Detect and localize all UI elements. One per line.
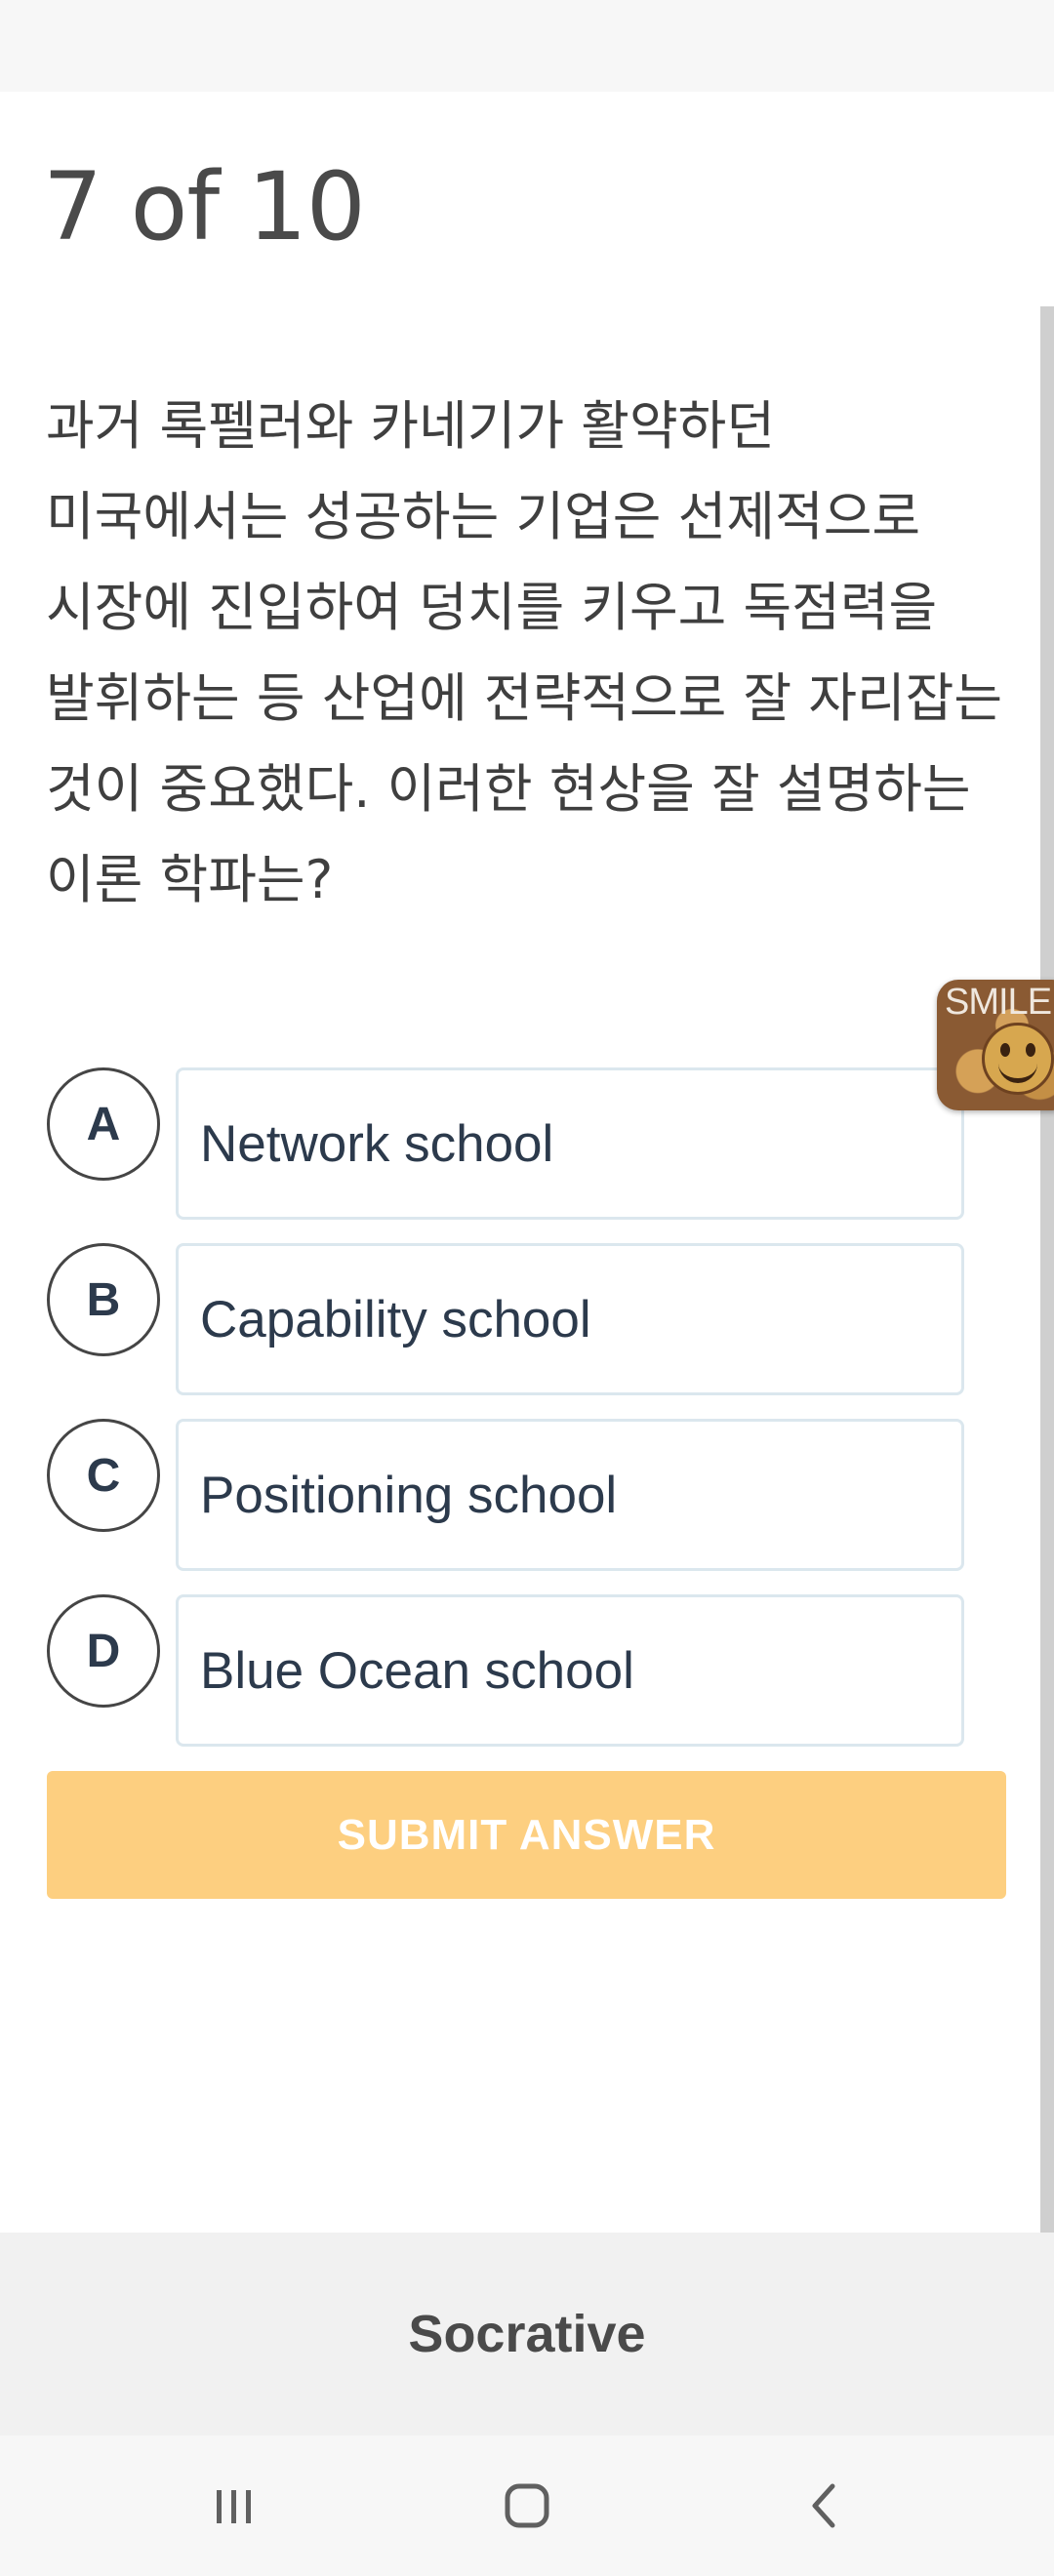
choice-option-d[interactable]: Blue Ocean school (176, 1594, 964, 1747)
system-navigation-bar (0, 2435, 1054, 2576)
submit-answer-button[interactable]: SUBMIT ANSWER (47, 1771, 1006, 1899)
choice-c[interactable]: C Positioning school (47, 1419, 964, 1571)
recent-apps-icon (217, 2490, 251, 2523)
choice-letter-d[interactable]: D (47, 1594, 160, 1708)
choice-option-c[interactable]: Positioning school (176, 1419, 964, 1571)
question-text: 과거 록펠러와 카네기가 활약하던 미국에서는 성공하는 기업은 선제적으로 시… (46, 395, 1003, 910)
quiz-main: 7 of 10 과거 록펠러와 카네기가 활약하던 미국에서는 성공하는 기업은… (0, 92, 1054, 2404)
question-progress: 7 of 10 (43, 152, 366, 262)
choice-letter-a[interactable]: A (47, 1067, 160, 1181)
home-button[interactable] (478, 2457, 576, 2555)
smile-badge-label: SMILE (945, 982, 1052, 1023)
choice-b[interactable]: B Capability school (47, 1243, 964, 1395)
choice-a[interactable]: A Network school (47, 1067, 964, 1220)
choice-option-b[interactable]: Capability school (176, 1243, 964, 1395)
footer: Socrative (0, 2233, 1054, 2435)
footer-brand: Socrative (408, 2305, 646, 2363)
back-button[interactable] (776, 2457, 873, 2555)
smiley-face-icon (982, 1023, 1054, 1095)
home-icon (505, 2483, 549, 2528)
smile-overlay-badge[interactable]: SMILE (937, 980, 1054, 1110)
choice-letter-b[interactable]: B (47, 1243, 160, 1356)
scrollbar[interactable] (1040, 306, 1054, 2404)
recent-apps-button[interactable] (185, 2457, 283, 2555)
choice-letter-c[interactable]: C (47, 1419, 160, 1532)
status-bar (0, 0, 1054, 92)
choice-d[interactable]: D Blue Ocean school (47, 1594, 964, 1747)
choice-option-a[interactable]: Network school (176, 1067, 964, 1220)
back-icon (812, 2483, 835, 2528)
